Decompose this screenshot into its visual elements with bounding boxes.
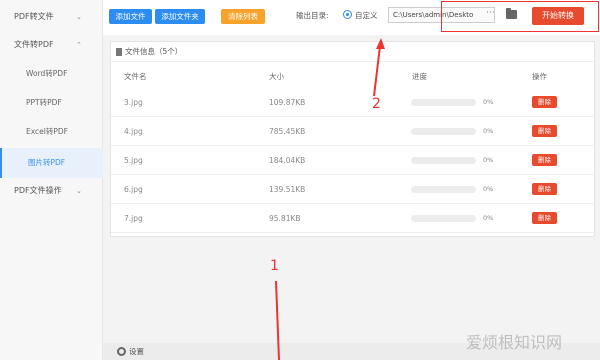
progress-bar bbox=[411, 215, 476, 222]
delete-button[interactable]: 删除 bbox=[532, 96, 557, 108]
chevron-down-icon: ⌄ bbox=[76, 187, 82, 195]
main-content: 文件信息（5个） 文件名 大小 进度 操作 3.jpg 109.87KB 0% … bbox=[103, 35, 600, 360]
file-info-panel: 文件信息（5个） 文件名 大小 进度 操作 3.jpg 109.87KB 0% … bbox=[110, 41, 596, 237]
file-size: 139.51KB bbox=[269, 185, 306, 194]
file-name: 3.jpg bbox=[124, 98, 143, 107]
add-file-button[interactable]: 添加文件 bbox=[109, 9, 152, 24]
progress-percent: 0% bbox=[483, 156, 494, 164]
sidebar-group-pdf-to-file[interactable]: PDF转文件 ⌄ bbox=[0, 5, 103, 29]
delete-button[interactable]: 删除 bbox=[532, 212, 557, 224]
sidebar-item-label: PPT转PDF bbox=[26, 98, 62, 107]
sidebar: PDF转文件 ⌄ 文件转PDF ⌃ Word转PDF PPT转PDF Excel… bbox=[0, 0, 103, 360]
progress-bar bbox=[411, 128, 476, 135]
start-convert-button[interactable]: 开始转换 bbox=[532, 7, 584, 25]
panel-title: 文件信息（5个） bbox=[111, 42, 596, 62]
file-size: 184.04KB bbox=[269, 156, 306, 165]
progress-bar bbox=[411, 99, 476, 106]
sidebar-group-label: PDF文件操作 bbox=[14, 186, 62, 195]
progress-percent: 0% bbox=[483, 127, 494, 135]
sidebar-group-pdf-operations[interactable]: PDF文件操作 ⌄ bbox=[0, 179, 103, 203]
annotation-number-1: 1 bbox=[270, 258, 279, 274]
sidebar-group-label: PDF转文件 bbox=[14, 12, 54, 21]
file-name: 7.jpg bbox=[124, 214, 143, 223]
app-window: PDF转文件 ⌄ 文件转PDF ⌃ Word转PDF PPT转PDF Excel… bbox=[0, 0, 600, 360]
file-name: 4.jpg bbox=[124, 127, 143, 136]
sidebar-item-label: 图片转PDF bbox=[28, 158, 66, 167]
table-row: 6.jpg 139.51KB 0% 删除 bbox=[111, 175, 596, 204]
sidebar-group-label: 文件转PDF bbox=[14, 40, 54, 49]
column-header-action: 操作 bbox=[532, 72, 547, 81]
file-size: 785.45KB bbox=[269, 127, 306, 136]
settings-label: 设置 bbox=[129, 347, 144, 356]
column-header-progress: 进度 bbox=[412, 72, 427, 81]
gear-icon bbox=[117, 347, 126, 356]
sidebar-item-ppt-to-pdf[interactable]: PPT转PDF bbox=[0, 88, 103, 118]
progress-percent: 0% bbox=[483, 185, 494, 193]
custom-radio[interactable] bbox=[343, 10, 352, 19]
delete-button[interactable]: 删除 bbox=[532, 183, 557, 195]
column-header-name: 文件名 bbox=[124, 72, 147, 81]
progress-percent: 0% bbox=[483, 98, 494, 106]
table-row: 3.jpg 109.87KB 0% 删除 bbox=[111, 88, 596, 117]
table-row: 4.jpg 785.45KB 0% 删除 bbox=[111, 117, 596, 146]
output-dir-label: 输出目录: bbox=[296, 11, 329, 20]
file-name: 6.jpg bbox=[124, 185, 143, 194]
custom-radio-label: 自定义 bbox=[355, 11, 378, 20]
clear-list-button[interactable]: 清除列表 bbox=[221, 9, 265, 24]
sidebar-item-word-to-pdf[interactable]: Word转PDF bbox=[0, 59, 103, 89]
sidebar-group-file-to-pdf[interactable]: 文件转PDF ⌃ bbox=[0, 33, 103, 57]
delete-button[interactable]: 删除 bbox=[532, 154, 557, 166]
toolbar: 添加文件 添加文件夹 清除列表 输出目录: 自定义 C:\Users\admin… bbox=[103, 0, 600, 35]
table-row: 7.jpg 95.81KB 0% 删除 bbox=[111, 204, 596, 233]
add-folder-button[interactable]: 添加文件夹 bbox=[155, 9, 205, 24]
chevron-up-icon: ⌃ bbox=[76, 41, 82, 49]
delete-button[interactable]: 删除 bbox=[532, 125, 557, 137]
panel-title-text: 文件信息（5个） bbox=[125, 47, 183, 56]
sidebar-item-label: Excel转PDF bbox=[26, 127, 68, 136]
column-header-size: 大小 bbox=[269, 72, 284, 81]
file-size: 109.87KB bbox=[269, 98, 306, 107]
table-row: 5.jpg 184.04KB 0% 删除 bbox=[111, 146, 596, 175]
file-size: 95.81KB bbox=[269, 214, 301, 223]
folder-icon[interactable] bbox=[506, 8, 517, 19]
sidebar-item-label: Word转PDF bbox=[26, 69, 68, 78]
sidebar-item-excel-to-pdf[interactable]: Excel转PDF bbox=[0, 117, 103, 147]
progress-bar bbox=[411, 157, 476, 164]
sidebar-item-image-to-pdf[interactable]: 图片转PDF bbox=[0, 148, 103, 178]
document-icon bbox=[116, 48, 122, 56]
progress-bar bbox=[411, 186, 476, 193]
watermark-text: 爱烦根知识网 bbox=[466, 333, 563, 352]
chevron-down-icon: ⌄ bbox=[76, 13, 82, 21]
progress-percent: 0% bbox=[483, 214, 494, 222]
annotation-number-2: 2 bbox=[372, 96, 381, 112]
file-name: 5.jpg bbox=[124, 156, 143, 165]
